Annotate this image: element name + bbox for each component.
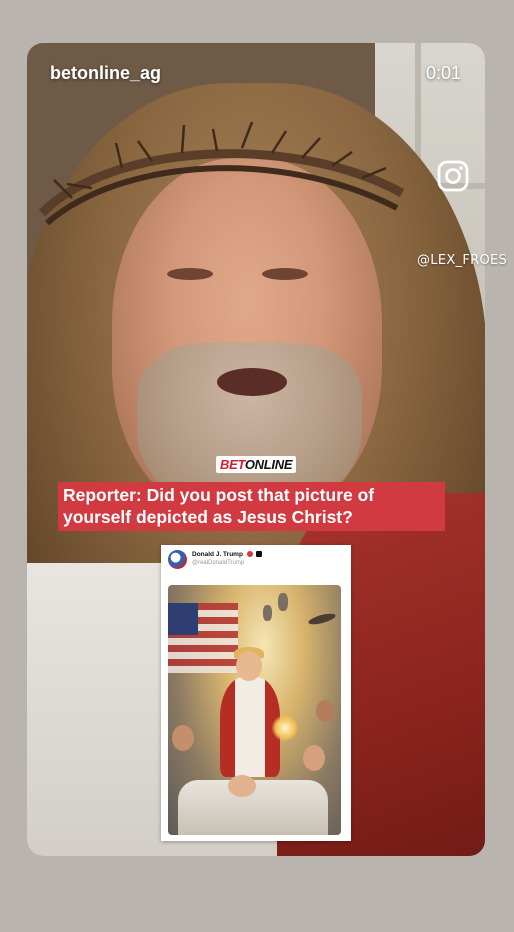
eagle-figure [307,611,337,627]
subject-eye-right [262,268,308,280]
verified-badge-icon [247,551,253,557]
betonline-logo: BETONLINE [216,456,297,473]
story-account-name[interactable]: betonline_ag [50,63,161,84]
central-figure-head [236,651,262,681]
bystander-figure [316,700,334,722]
video-caption: Reporter: Did you post that picture of y… [58,482,445,531]
video-timer: 0:01 [425,63,461,83]
angel-soldier-figure [278,593,288,611]
embedded-social-post: Donald J. Trump @realDonaldTrump [161,545,351,841]
watermark-handle[interactable]: @LEX_FROES [417,253,507,268]
subject-mouth [217,368,287,396]
logo-online-text: ONLINE [244,457,293,472]
subject-eye-left [167,268,213,280]
logo-bet-text: BET [220,457,245,472]
glowing-light [272,715,298,741]
post-author-name: Donald J. Trump [192,551,243,558]
post-image [168,585,341,835]
bystander-figure [172,725,194,751]
crown-of-thorns [38,121,405,226]
flag-canton [168,603,198,635]
central-figure-robe [220,677,280,777]
post-avatar [168,550,187,569]
platform-badge-icon [256,551,262,557]
post-author-handle: @realDonaldTrump [192,560,245,566]
story-video-frame[interactable]: betonline_ag 0:01 BETONLINE Reporter: Di… [27,43,485,856]
angel-soldier-figure [263,605,272,621]
instagram-icon[interactable] [437,160,469,192]
patient-figure [228,775,256,797]
bystander-figure [303,745,325,771]
